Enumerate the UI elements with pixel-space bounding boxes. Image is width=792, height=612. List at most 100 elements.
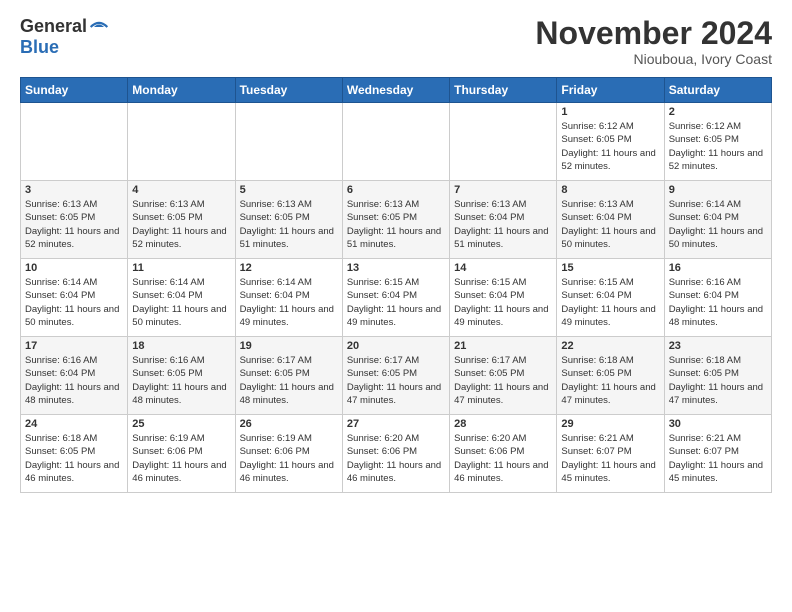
day-info: Sunrise: 6:18 AM Sunset: 6:05 PM Dayligh… bbox=[561, 354, 659, 407]
day-info: Sunrise: 6:16 AM Sunset: 6:05 PM Dayligh… bbox=[132, 354, 230, 407]
header-tuesday: Tuesday bbox=[235, 78, 342, 103]
day-number: 21 bbox=[454, 340, 552, 352]
day-info: Sunrise: 6:13 AM Sunset: 6:05 PM Dayligh… bbox=[347, 198, 445, 251]
day-number: 29 bbox=[561, 418, 659, 430]
day-number: 14 bbox=[454, 262, 552, 274]
day-number: 25 bbox=[132, 418, 230, 430]
day-info: Sunrise: 6:12 AM Sunset: 6:05 PM Dayligh… bbox=[669, 120, 767, 173]
table-row: 20 Sunrise: 6:17 AM Sunset: 6:05 PM Dayli… bbox=[342, 337, 449, 415]
table-row: 30 Sunrise: 6:21 AM Sunset: 6:07 PM Dayli… bbox=[664, 415, 771, 493]
day-info: Sunrise: 6:15 AM Sunset: 6:04 PM Dayligh… bbox=[347, 276, 445, 329]
table-row: 9 Sunrise: 6:14 AM Sunset: 6:04 PM Daylig… bbox=[664, 181, 771, 259]
day-info: Sunrise: 6:14 AM Sunset: 6:04 PM Dayligh… bbox=[240, 276, 338, 329]
table-row: 14 Sunrise: 6:15 AM Sunset: 6:04 PM Dayli… bbox=[450, 259, 557, 337]
table-row bbox=[450, 103, 557, 181]
day-info: Sunrise: 6:17 AM Sunset: 6:05 PM Dayligh… bbox=[347, 354, 445, 407]
calendar-week-row: 17Sunrise: 6:16 AM Sunset: 6:04 PM Dayli… bbox=[21, 337, 772, 415]
day-number: 30 bbox=[669, 418, 767, 430]
day-number: 12 bbox=[240, 262, 338, 274]
month-title: November 2024 bbox=[535, 16, 772, 51]
day-info: Sunrise: 6:13 AM Sunset: 6:05 PM Dayligh… bbox=[132, 198, 230, 251]
table-row: 8 Sunrise: 6:13 AM Sunset: 6:04 PM Daylig… bbox=[557, 181, 664, 259]
day-info: Sunrise: 6:18 AM Sunset: 6:05 PM Dayligh… bbox=[25, 432, 123, 485]
day-info: Sunrise: 6:13 AM Sunset: 6:05 PM Dayligh… bbox=[25, 198, 123, 251]
table-row: 24 Sunrise: 6:18 AM Sunset: 6:05 PM Dayli… bbox=[21, 415, 128, 493]
table-row bbox=[235, 103, 342, 181]
day-info: Sunrise: 6:15 AM Sunset: 6:04 PM Dayligh… bbox=[454, 276, 552, 329]
table-row bbox=[21, 103, 128, 181]
table-row: 16 Sunrise: 6:16 AM Sunset: 6:04 PM Dayli… bbox=[664, 259, 771, 337]
day-number: 28 bbox=[454, 418, 552, 430]
table-row: 5 Sunrise: 6:13 AM Sunset: 6:05 PM Daylig… bbox=[235, 181, 342, 259]
table-row: 27Sunrise: 6:20 AM Sunset: 6:06 PM Dayli… bbox=[342, 415, 449, 493]
day-number: 5 bbox=[240, 184, 338, 196]
table-row: 19 Sunrise: 6:17 AM Sunset: 6:05 PM Dayli… bbox=[235, 337, 342, 415]
calendar-week-row: 10 Sunrise: 6:14 AM Sunset: 6:04 PM Dayli… bbox=[21, 259, 772, 337]
day-number: 11 bbox=[132, 262, 230, 274]
table-row: 1 Sunrise: 6:12 AM Sunset: 6:05 PM Daylig… bbox=[557, 103, 664, 181]
calendar-table: Sunday Monday Tuesday Wednesday Thursday… bbox=[20, 77, 772, 493]
day-info: Sunrise: 6:18 AM Sunset: 6:05 PM Dayligh… bbox=[669, 354, 767, 407]
location: Niouboua, Ivory Coast bbox=[535, 51, 772, 67]
table-row: 29Sunrise: 6:21 AM Sunset: 6:07 PM Dayli… bbox=[557, 415, 664, 493]
table-row: 7 Sunrise: 6:13 AM Sunset: 6:04 PM Daylig… bbox=[450, 181, 557, 259]
day-info: Sunrise: 6:12 AM Sunset: 6:05 PM Dayligh… bbox=[561, 120, 659, 173]
header-wednesday: Wednesday bbox=[342, 78, 449, 103]
page-header: General Blue November 2024 Niouboua, Ivo… bbox=[20, 16, 772, 67]
day-info: Sunrise: 6:13 AM Sunset: 6:04 PM Dayligh… bbox=[454, 198, 552, 251]
day-number: 20 bbox=[347, 340, 445, 352]
day-number: 19 bbox=[240, 340, 338, 352]
table-row: 12 Sunrise: 6:14 AM Sunset: 6:04 PM Dayli… bbox=[235, 259, 342, 337]
header-saturday: Saturday bbox=[664, 78, 771, 103]
day-info: Sunrise: 6:13 AM Sunset: 6:04 PM Dayligh… bbox=[561, 198, 659, 251]
table-row: 18 Sunrise: 6:16 AM Sunset: 6:05 PM Dayli… bbox=[128, 337, 235, 415]
day-info: Sunrise: 6:15 AM Sunset: 6:04 PM Dayligh… bbox=[561, 276, 659, 329]
day-info: Sunrise: 6:17 AM Sunset: 6:05 PM Dayligh… bbox=[240, 354, 338, 407]
day-number: 9 bbox=[669, 184, 767, 196]
day-number: 10 bbox=[25, 262, 123, 274]
day-info: Sunrise: 6:19 AM Sunset: 6:06 PM Dayligh… bbox=[132, 432, 230, 485]
day-number: 7 bbox=[454, 184, 552, 196]
day-info: Sunrise: 6:14 AM Sunset: 6:04 PM Dayligh… bbox=[132, 276, 230, 329]
header-monday: Monday bbox=[128, 78, 235, 103]
day-number: 23 bbox=[669, 340, 767, 352]
header-friday: Friday bbox=[557, 78, 664, 103]
day-info: Sunrise: 6:17 AM Sunset: 6:05 PM Dayligh… bbox=[454, 354, 552, 407]
logo-general: General bbox=[20, 16, 87, 37]
table-row: 25 Sunrise: 6:19 AM Sunset: 6:06 PM Dayli… bbox=[128, 415, 235, 493]
table-row: 13 Sunrise: 6:15 AM Sunset: 6:04 PM Dayli… bbox=[342, 259, 449, 337]
table-row: 23 Sunrise: 6:18 AM Sunset: 6:05 PM Dayli… bbox=[664, 337, 771, 415]
day-number: 16 bbox=[669, 262, 767, 274]
day-info: Sunrise: 6:16 AM Sunset: 6:04 PM Dayligh… bbox=[669, 276, 767, 329]
day-number: 4 bbox=[132, 184, 230, 196]
table-row: 28 Sunrise: 6:20 AM Sunset: 6:06 PM Dayli… bbox=[450, 415, 557, 493]
calendar-week-row: 1 Sunrise: 6:12 AM Sunset: 6:05 PM Daylig… bbox=[21, 103, 772, 181]
header-thursday: Thursday bbox=[450, 78, 557, 103]
table-row: 17Sunrise: 6:16 AM Sunset: 6:04 PM Dayli… bbox=[21, 337, 128, 415]
calendar-header-row: Sunday Monday Tuesday Wednesday Thursday… bbox=[21, 78, 772, 103]
day-number: 13 bbox=[347, 262, 445, 274]
day-info: Sunrise: 6:21 AM Sunset: 6:07 PM Dayligh… bbox=[669, 432, 767, 485]
day-number: 3 bbox=[25, 184, 123, 196]
day-info: Sunrise: 6:20 AM Sunset: 6:06 PM Dayligh… bbox=[454, 432, 552, 485]
day-number: 18 bbox=[132, 340, 230, 352]
table-row: 11 Sunrise: 6:14 AM Sunset: 6:04 PM Dayli… bbox=[128, 259, 235, 337]
day-info: Sunrise: 6:14 AM Sunset: 6:04 PM Dayligh… bbox=[25, 276, 123, 329]
calendar-week-row: 3 Sunrise: 6:13 AM Sunset: 6:05 PM Daylig… bbox=[21, 181, 772, 259]
day-info: Sunrise: 6:19 AM Sunset: 6:06 PM Dayligh… bbox=[240, 432, 338, 485]
day-number: 15 bbox=[561, 262, 659, 274]
table-row bbox=[342, 103, 449, 181]
day-info: Sunrise: 6:13 AM Sunset: 6:05 PM Dayligh… bbox=[240, 198, 338, 251]
table-row: 21 Sunrise: 6:17 AM Sunset: 6:05 PM Dayli… bbox=[450, 337, 557, 415]
day-number: 8 bbox=[561, 184, 659, 196]
table-row: 6Sunrise: 6:13 AM Sunset: 6:05 PM Daylig… bbox=[342, 181, 449, 259]
day-number: 1 bbox=[561, 106, 659, 118]
day-number: 24 bbox=[25, 418, 123, 430]
table-row: 3 Sunrise: 6:13 AM Sunset: 6:05 PM Daylig… bbox=[21, 181, 128, 259]
table-row: 2 Sunrise: 6:12 AM Sunset: 6:05 PM Daylig… bbox=[664, 103, 771, 181]
day-number: 27 bbox=[347, 418, 445, 430]
day-number: 2 bbox=[669, 106, 767, 118]
day-number: 22 bbox=[561, 340, 659, 352]
day-info: Sunrise: 6:14 AM Sunset: 6:04 PM Dayligh… bbox=[669, 198, 767, 251]
table-row: 26Sunrise: 6:19 AM Sunset: 6:06 PM Dayli… bbox=[235, 415, 342, 493]
